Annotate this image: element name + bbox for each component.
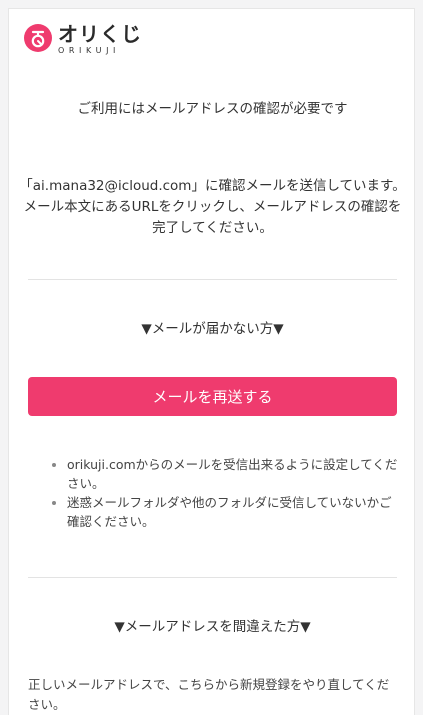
verification-message: 「ai.mana32@icloud.com」に確認メールを送信しています。 メー… [9, 176, 416, 239]
verification-title: ご利用にはメールアドレスの確認が必要です [77, 101, 348, 117]
orikuji-logo-icon [24, 24, 52, 52]
orikuji-logo[interactable]: オリくじ ORIKUJI [23, 23, 142, 56]
logo-text: オリくじ ORIKUJI [58, 23, 142, 56]
verification-card: オリくじ ORIKUJI ご利用にはメールアドレスの確認が必要です 「ai.ma… [8, 8, 415, 715]
list-item: orikuji.comからのメールを受信出来るように設定してください。 [67, 455, 401, 493]
message-line: 「ai.mana32@icloud.com」に確認メールを送信しています。 [19, 178, 406, 194]
resend-email-button[interactable]: メールを再送する [28, 377, 397, 416]
re-register-link-text[interactable]: 正しいメールアドレスで、こちらから新規登録をやり直してください。 [28, 675, 400, 715]
divider [28, 279, 397, 280]
list-item: 迷惑メールフォルダや他のフォルダに受信していないかご確認ください。 [67, 493, 401, 531]
divider [28, 577, 397, 578]
logo-name: オリくじ [58, 22, 142, 46]
message-line: メール本文にあるURLをクリックし、メールアドレスの確認を [23, 199, 402, 215]
logo-subtitle: ORIKUJI [58, 46, 121, 55]
not-received-heading: ▼メールが届かない方▼ [141, 321, 284, 337]
tips-list: orikuji.comからのメールを受信出来るように設定してください。 迷惑メー… [41, 455, 401, 531]
wrong-address-heading: ▼メールアドレスを間違えた方▼ [114, 619, 311, 635]
message-line: 完了してください。 [152, 220, 273, 236]
